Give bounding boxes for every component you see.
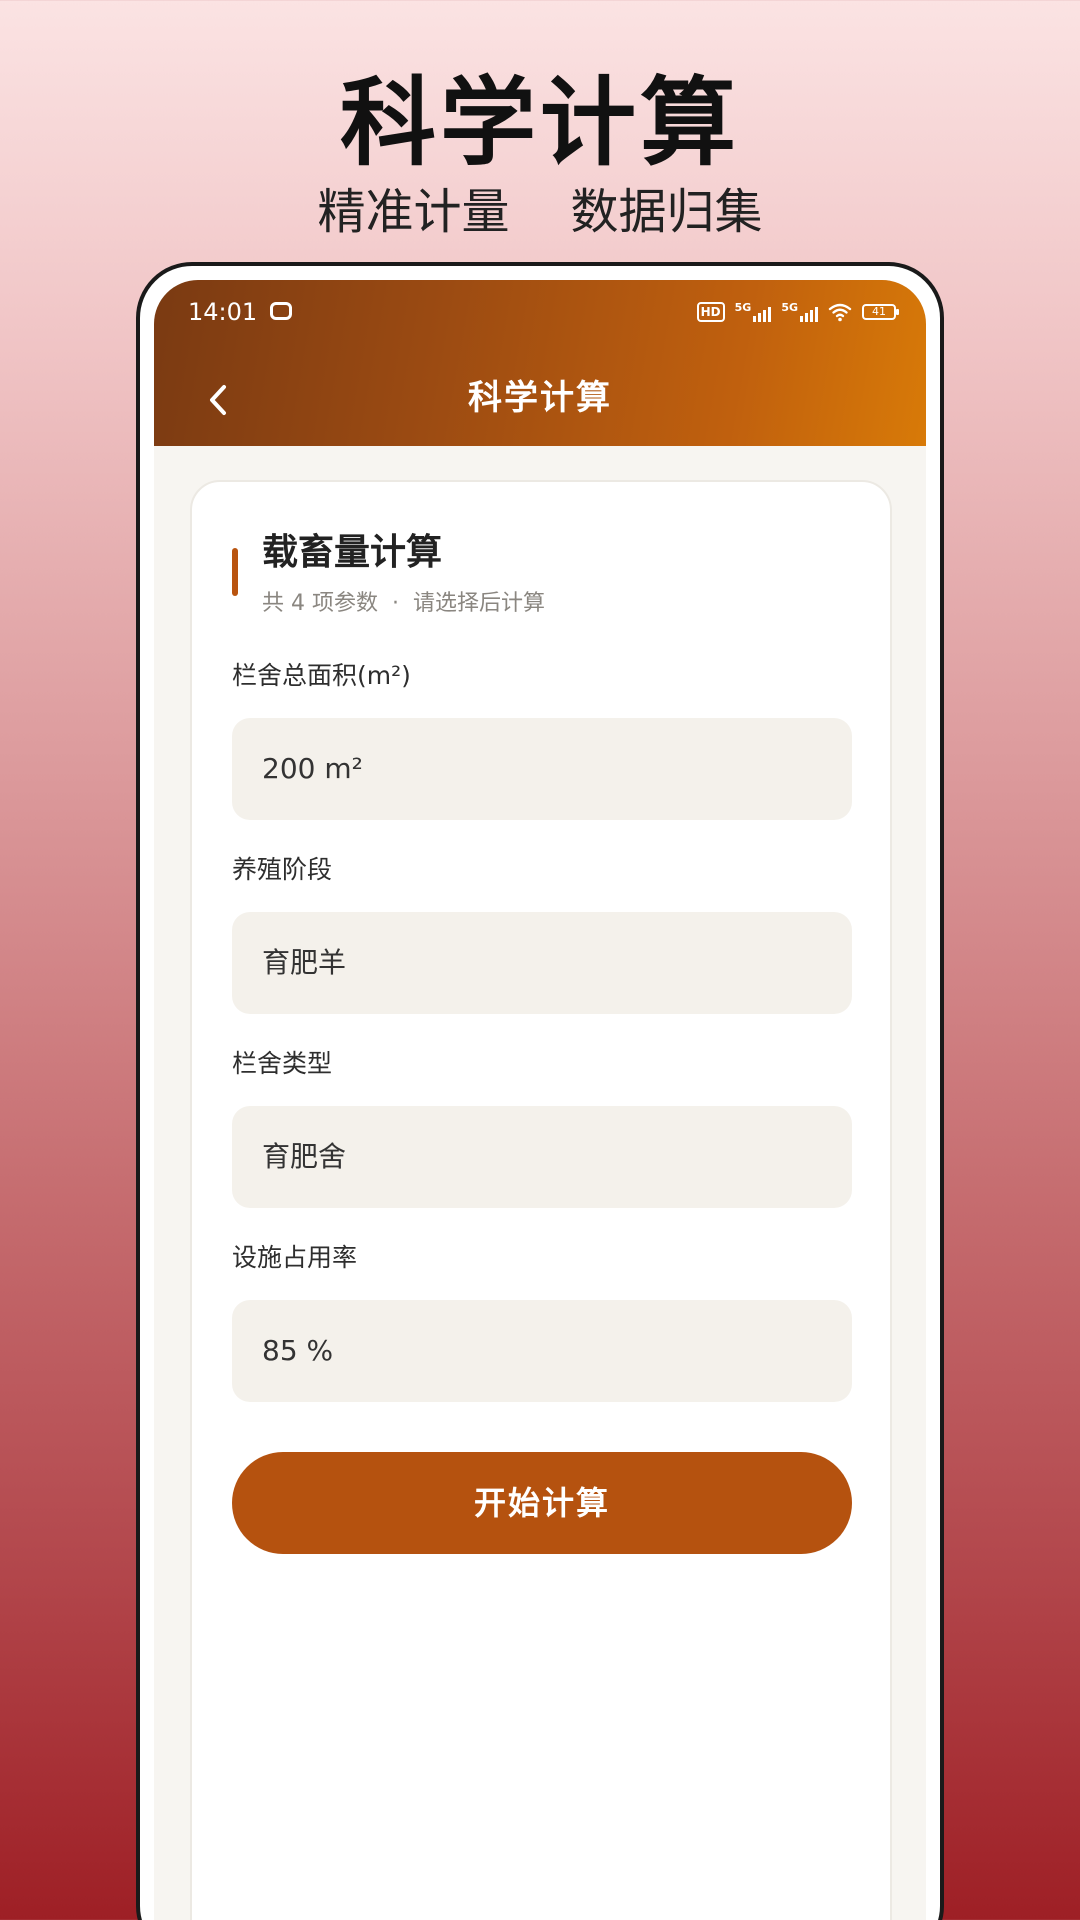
field-label-pen-type: 栏舍类型	[232, 1049, 333, 1078]
phone-frame: 14:01 HD 5G 5G 41 科学计算 载畜量计算 共 4 项参数 · 请…	[136, 262, 944, 1920]
page-title: 科学计算	[468, 378, 612, 418]
hd-icon: HD	[696, 302, 725, 322]
card-title: 载畜量计算	[262, 532, 443, 573]
stage-select[interactable]: 育肥羊	[232, 912, 852, 1014]
signal-label: 5G	[734, 301, 752, 314]
occupancy-input[interactable]: 85 %	[232, 1300, 852, 1402]
notification-app-icon	[270, 302, 292, 320]
status-time: 14:01	[188, 298, 258, 326]
signal-label: 5G	[781, 301, 798, 314]
app-screen: 14:01 HD 5G 5G 41 科学计算 载畜量计算 共 4 项参数 · 请…	[154, 280, 926, 1920]
pen-type-select[interactable]: 育肥舍	[232, 1106, 852, 1208]
card-subtitle: 共 4 项参数 · 请选择后计算	[262, 591, 545, 616]
area-input[interactable]: 200 m²	[232, 718, 852, 820]
calculator-card: 载畜量计算 共 4 项参数 · 请选择后计算 栏舍总面积(m²) 200 m² …	[190, 480, 892, 1920]
area-value: 200 m²	[262, 752, 363, 785]
battery-level: 41	[872, 305, 886, 318]
pen-type-value: 育肥舍	[262, 1140, 347, 1173]
signal-icon: 5G	[781, 302, 818, 322]
promo-subtitle: 精准计量 数据归集	[317, 184, 763, 240]
status-icons: HD 5G 5G 41	[696, 298, 899, 326]
title-accent-bar	[232, 548, 238, 596]
promo-title: 科学计算	[340, 67, 740, 179]
stage-value: 育肥羊	[262, 946, 347, 979]
occupancy-value: 85 %	[262, 1334, 334, 1367]
wifi-icon	[828, 302, 852, 322]
field-label-occupancy: 设施占用率	[232, 1243, 358, 1272]
app-header: 14:01 HD 5G 5G 41 科学计算	[154, 280, 926, 446]
field-label-stage: 养殖阶段	[232, 855, 333, 884]
battery-icon: 41	[862, 304, 899, 320]
signal-icon: 5G	[735, 302, 772, 322]
start-calculation-button[interactable]: 开始计算	[232, 1452, 852, 1554]
field-label-area: 栏舍总面积(m²)	[232, 661, 411, 690]
